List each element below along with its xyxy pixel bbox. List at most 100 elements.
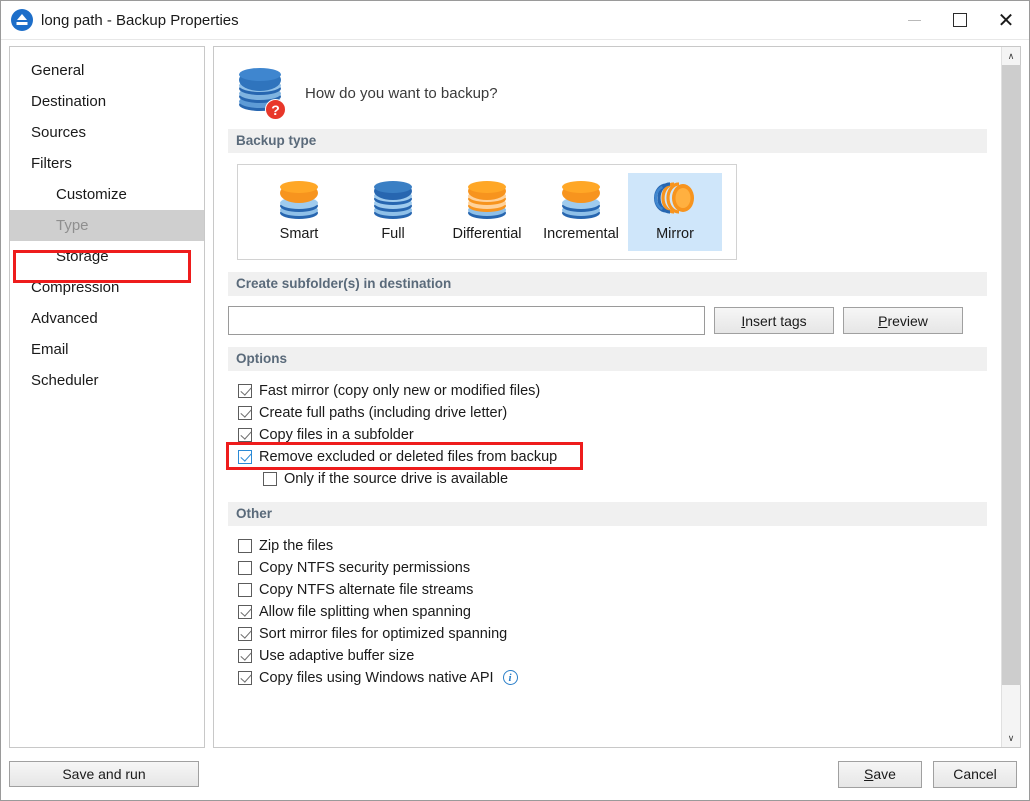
- checkbox-icon[interactable]: [238, 604, 252, 619]
- database-orange-blue-icon: [280, 179, 318, 219]
- subfolder-row: Insert tags Preview: [228, 306, 987, 335]
- preview-mnemonic: P: [878, 312, 888, 329]
- option-only-if-source-available[interactable]: Only if the source drive is available: [238, 468, 987, 489]
- backup-type-label: Full: [381, 226, 405, 242]
- checkbox-icon[interactable]: [238, 405, 252, 420]
- preview-label-rest: review: [887, 312, 928, 329]
- database-orange-blue-icon: [562, 179, 600, 219]
- other-copy-ntfs-security[interactable]: Copy NTFS security permissions: [238, 557, 987, 578]
- other-list: Zip the files Copy NTFS security permiss…: [228, 526, 987, 688]
- database-blue-icon: [374, 179, 412, 219]
- other-allow-file-splitting[interactable]: Allow file splitting when spanning: [238, 601, 987, 622]
- sidebar-item-general[interactable]: General: [10, 55, 204, 86]
- database-orange-icon: [468, 179, 506, 219]
- sidebar-item-filters[interactable]: Filters: [10, 148, 204, 179]
- eject-circle-icon: [11, 9, 33, 31]
- sidebar-item-customize[interactable]: Customize: [10, 179, 204, 210]
- scrollbar-track[interactable]: [1002, 65, 1021, 729]
- close-icon[interactable]: ✕: [983, 1, 1029, 40]
- checkbox-icon[interactable]: [238, 383, 252, 398]
- option-label: Copy files in a subfolder: [259, 426, 414, 443]
- subfolder-input[interactable]: [228, 306, 705, 335]
- other-copy-ntfs-streams[interactable]: Copy NTFS alternate file streams: [238, 579, 987, 600]
- sidebar-item-sources[interactable]: Sources: [10, 117, 204, 148]
- backup-type-differential[interactable]: Differential: [440, 173, 534, 251]
- checkbox-icon[interactable]: [238, 582, 252, 597]
- option-fast-mirror[interactable]: Fast mirror (copy only new or modified f…: [238, 380, 987, 401]
- checkbox-icon[interactable]: [238, 626, 252, 641]
- section-header-subfolder: Create subfolder(s) in destination: [228, 272, 987, 296]
- other-label: Copy files using Windows native API: [259, 669, 494, 686]
- other-windows-native-api[interactable]: Copy files using Windows native API i: [238, 667, 987, 688]
- option-label: Remove excluded or deleted files from ba…: [259, 448, 558, 465]
- sidebar-item-destination[interactable]: Destination: [10, 86, 204, 117]
- scroll-down-icon[interactable]: ∨: [1002, 729, 1020, 747]
- minimize-button[interactable]: [891, 1, 937, 40]
- backup-type-label: Mirror: [656, 226, 694, 242]
- other-adaptive-buffer[interactable]: Use adaptive buffer size: [238, 645, 987, 666]
- cancel-button[interactable]: Cancel: [933, 760, 1017, 788]
- footer-right-buttons: Save Cancel: [838, 760, 1017, 788]
- backup-type-tiles: Smart Full Differential Incremental Mirr…: [237, 164, 737, 260]
- option-label: Create full paths (including drive lette…: [259, 404, 508, 421]
- other-label: Allow file splitting when spanning: [259, 603, 471, 620]
- other-zip-the-files[interactable]: Zip the files: [238, 535, 987, 556]
- sidebar-item-email[interactable]: Email: [10, 334, 204, 365]
- section-header-backup-type: Backup type: [228, 129, 987, 153]
- insert-tags-button[interactable]: Insert tags: [714, 307, 834, 334]
- dialog-footer: Save and run Save Cancel: [1, 748, 1029, 800]
- window-body: General Destination Sources Filters Cust…: [1, 40, 1029, 748]
- page-heading-row: ? How do you want to backup?: [228, 57, 987, 129]
- backup-type-label: Incremental: [543, 226, 619, 242]
- preview-button[interactable]: Preview: [843, 307, 963, 334]
- save-button[interactable]: Save: [838, 760, 922, 788]
- other-label: Zip the files: [259, 537, 334, 554]
- title-bar: long path - Backup Properties ✕: [1, 1, 1029, 40]
- sidebar-item-scheduler[interactable]: Scheduler: [10, 365, 204, 396]
- sidebar-item-advanced[interactable]: Advanced: [10, 303, 204, 334]
- backup-type-full[interactable]: Full: [346, 173, 440, 251]
- vertical-scrollbar[interactable]: ∧ ∨: [1001, 47, 1021, 747]
- sidebar-item-type[interactable]: Type: [10, 210, 204, 241]
- checkbox-icon[interactable]: [238, 427, 252, 442]
- option-label: Fast mirror (copy only new or modified f…: [259, 382, 541, 399]
- info-icon[interactable]: i: [502, 670, 518, 685]
- content-panel: ? How do you want to backup? Backup type: [213, 46, 1021, 748]
- checkbox-icon[interactable]: [238, 648, 252, 663]
- sidebar-nav: General Destination Sources Filters Cust…: [9, 46, 205, 748]
- option-remove-excluded[interactable]: Remove excluded or deleted files from ba…: [226, 442, 987, 470]
- checkbox-icon[interactable]: [238, 670, 252, 685]
- save-mnemonic: S: [864, 766, 874, 782]
- sidebar-item-storage[interactable]: Storage: [10, 241, 204, 272]
- backup-type-smart[interactable]: Smart: [252, 173, 346, 251]
- options-list: Fast mirror (copy only new or modified f…: [226, 371, 987, 489]
- maximize-button[interactable]: [937, 1, 983, 40]
- save-label-rest: ave: [873, 766, 896, 782]
- save-and-run-button[interactable]: Save and run: [9, 761, 199, 787]
- sidebar-item-compression[interactable]: Compression: [10, 272, 204, 303]
- option-create-full-paths[interactable]: Create full paths (including drive lette…: [238, 402, 987, 423]
- content-scroll-area: ? How do you want to backup? Backup type: [214, 47, 1001, 747]
- backup-type-mirror[interactable]: Mirror: [628, 173, 722, 251]
- backup-type-incremental[interactable]: Incremental: [534, 173, 628, 251]
- checkbox-icon[interactable]: [263, 471, 277, 486]
- insert-tags-label-rest: nsert tags: [745, 312, 807, 329]
- checkbox-icon[interactable]: [238, 538, 252, 553]
- checkbox-icon[interactable]: [238, 449, 252, 464]
- scrollbar-thumb[interactable]: [1002, 65, 1021, 685]
- scroll-up-icon[interactable]: ∧: [1002, 47, 1020, 65]
- other-label: Copy NTFS alternate file streams: [259, 581, 474, 598]
- section-header-options: Options: [228, 347, 987, 371]
- option-copy-files-subfolder[interactable]: Copy files in a subfolder: [238, 424, 987, 445]
- window-controls: ✕: [891, 1, 1029, 40]
- window-title: long path - Backup Properties: [41, 11, 239, 29]
- other-label: Sort mirror files for optimized spanning: [259, 625, 508, 642]
- other-sort-mirror-files[interactable]: Sort mirror files for optimized spanning: [238, 623, 987, 644]
- backup-type-label: Smart: [279, 226, 319, 242]
- checkbox-icon[interactable]: [238, 560, 252, 575]
- page-title: How do you want to backup?: [305, 84, 498, 102]
- mirror-arcs-icon: [653, 179, 697, 219]
- database-question-icon: ?: [236, 65, 286, 121]
- other-label: Copy NTFS security permissions: [259, 559, 471, 576]
- section-header-other: Other: [228, 502, 987, 526]
